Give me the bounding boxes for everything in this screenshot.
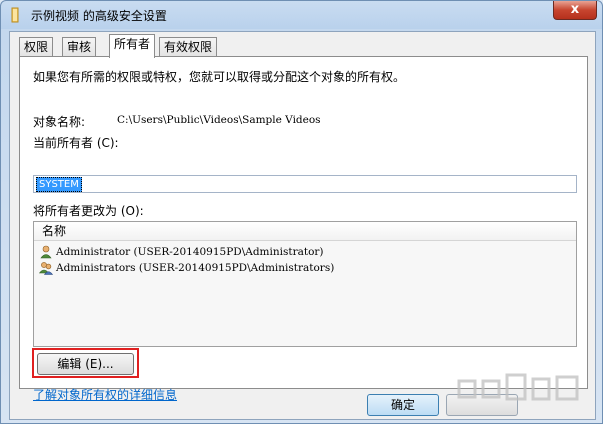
column-name-label: 名称 [42, 224, 67, 238]
intro-text: 如果您有所需的权限或特权，您就可以取得或分配这个对象的所有权。 [33, 70, 406, 84]
current-owner-label: 当前所有者 (C): [33, 136, 119, 150]
close-button[interactable]: x [553, 1, 597, 20]
owner-list[interactable]: 名称 Administrator (USER-20140915PD\Admini… [33, 221, 577, 347]
folder-icon [11, 7, 19, 23]
tab-effective-permissions[interactable]: 有效权限 [159, 37, 218, 57]
tab-auditing[interactable]: 审核 [62, 37, 97, 57]
owner-name: Administrator (USER-20140915PD\Administr… [56, 246, 324, 258]
object-name-label: 对象名称: [33, 115, 86, 129]
current-owner-value: SYSTEM [36, 177, 82, 192]
owner-tab-panel: 如果您有所需的权限或特权，您就可以取得或分配这个对象的所有权。 对象名称: C:… [19, 56, 588, 402]
list-column-header[interactable]: 名称 [34, 222, 576, 241]
user-icon [40, 245, 52, 259]
dialog-body: 权限 审核 所有者 有效权限 如果您有所需的权限或特权，您就可以取得或分配这个对… [9, 31, 596, 420]
object-name-value: C:\Users\Public\Videos\Sample Videos [117, 114, 321, 126]
edit-button[interactable]: 编辑 (E)... [37, 353, 134, 375]
window-title: 示例视频 的高级安全设置 [31, 9, 167, 23]
change-owner-label: 将所有者更改为 (O): [33, 204, 144, 218]
title-bar[interactable]: 示例视频 的高级安全设置 x [1, 1, 602, 29]
security-settings-window: 示例视频 的高级安全设置 x 权限 审核 所有者 有效权限 如果您有所需的权限或… [0, 0, 603, 424]
tab-permissions[interactable]: 权限 [19, 37, 54, 57]
current-owner-field[interactable]: SYSTEM [33, 175, 577, 193]
watermark-logo [457, 373, 579, 401]
tab-owner[interactable]: 所有者 [109, 34, 156, 58]
ok-button[interactable]: 确定 [367, 394, 439, 416]
group-icon [39, 262, 53, 275]
owner-name: Administrators (USER-20140915PD\Administ… [56, 262, 335, 274]
learn-more-link[interactable]: 了解对象所有权的详细信息 [33, 386, 177, 403]
